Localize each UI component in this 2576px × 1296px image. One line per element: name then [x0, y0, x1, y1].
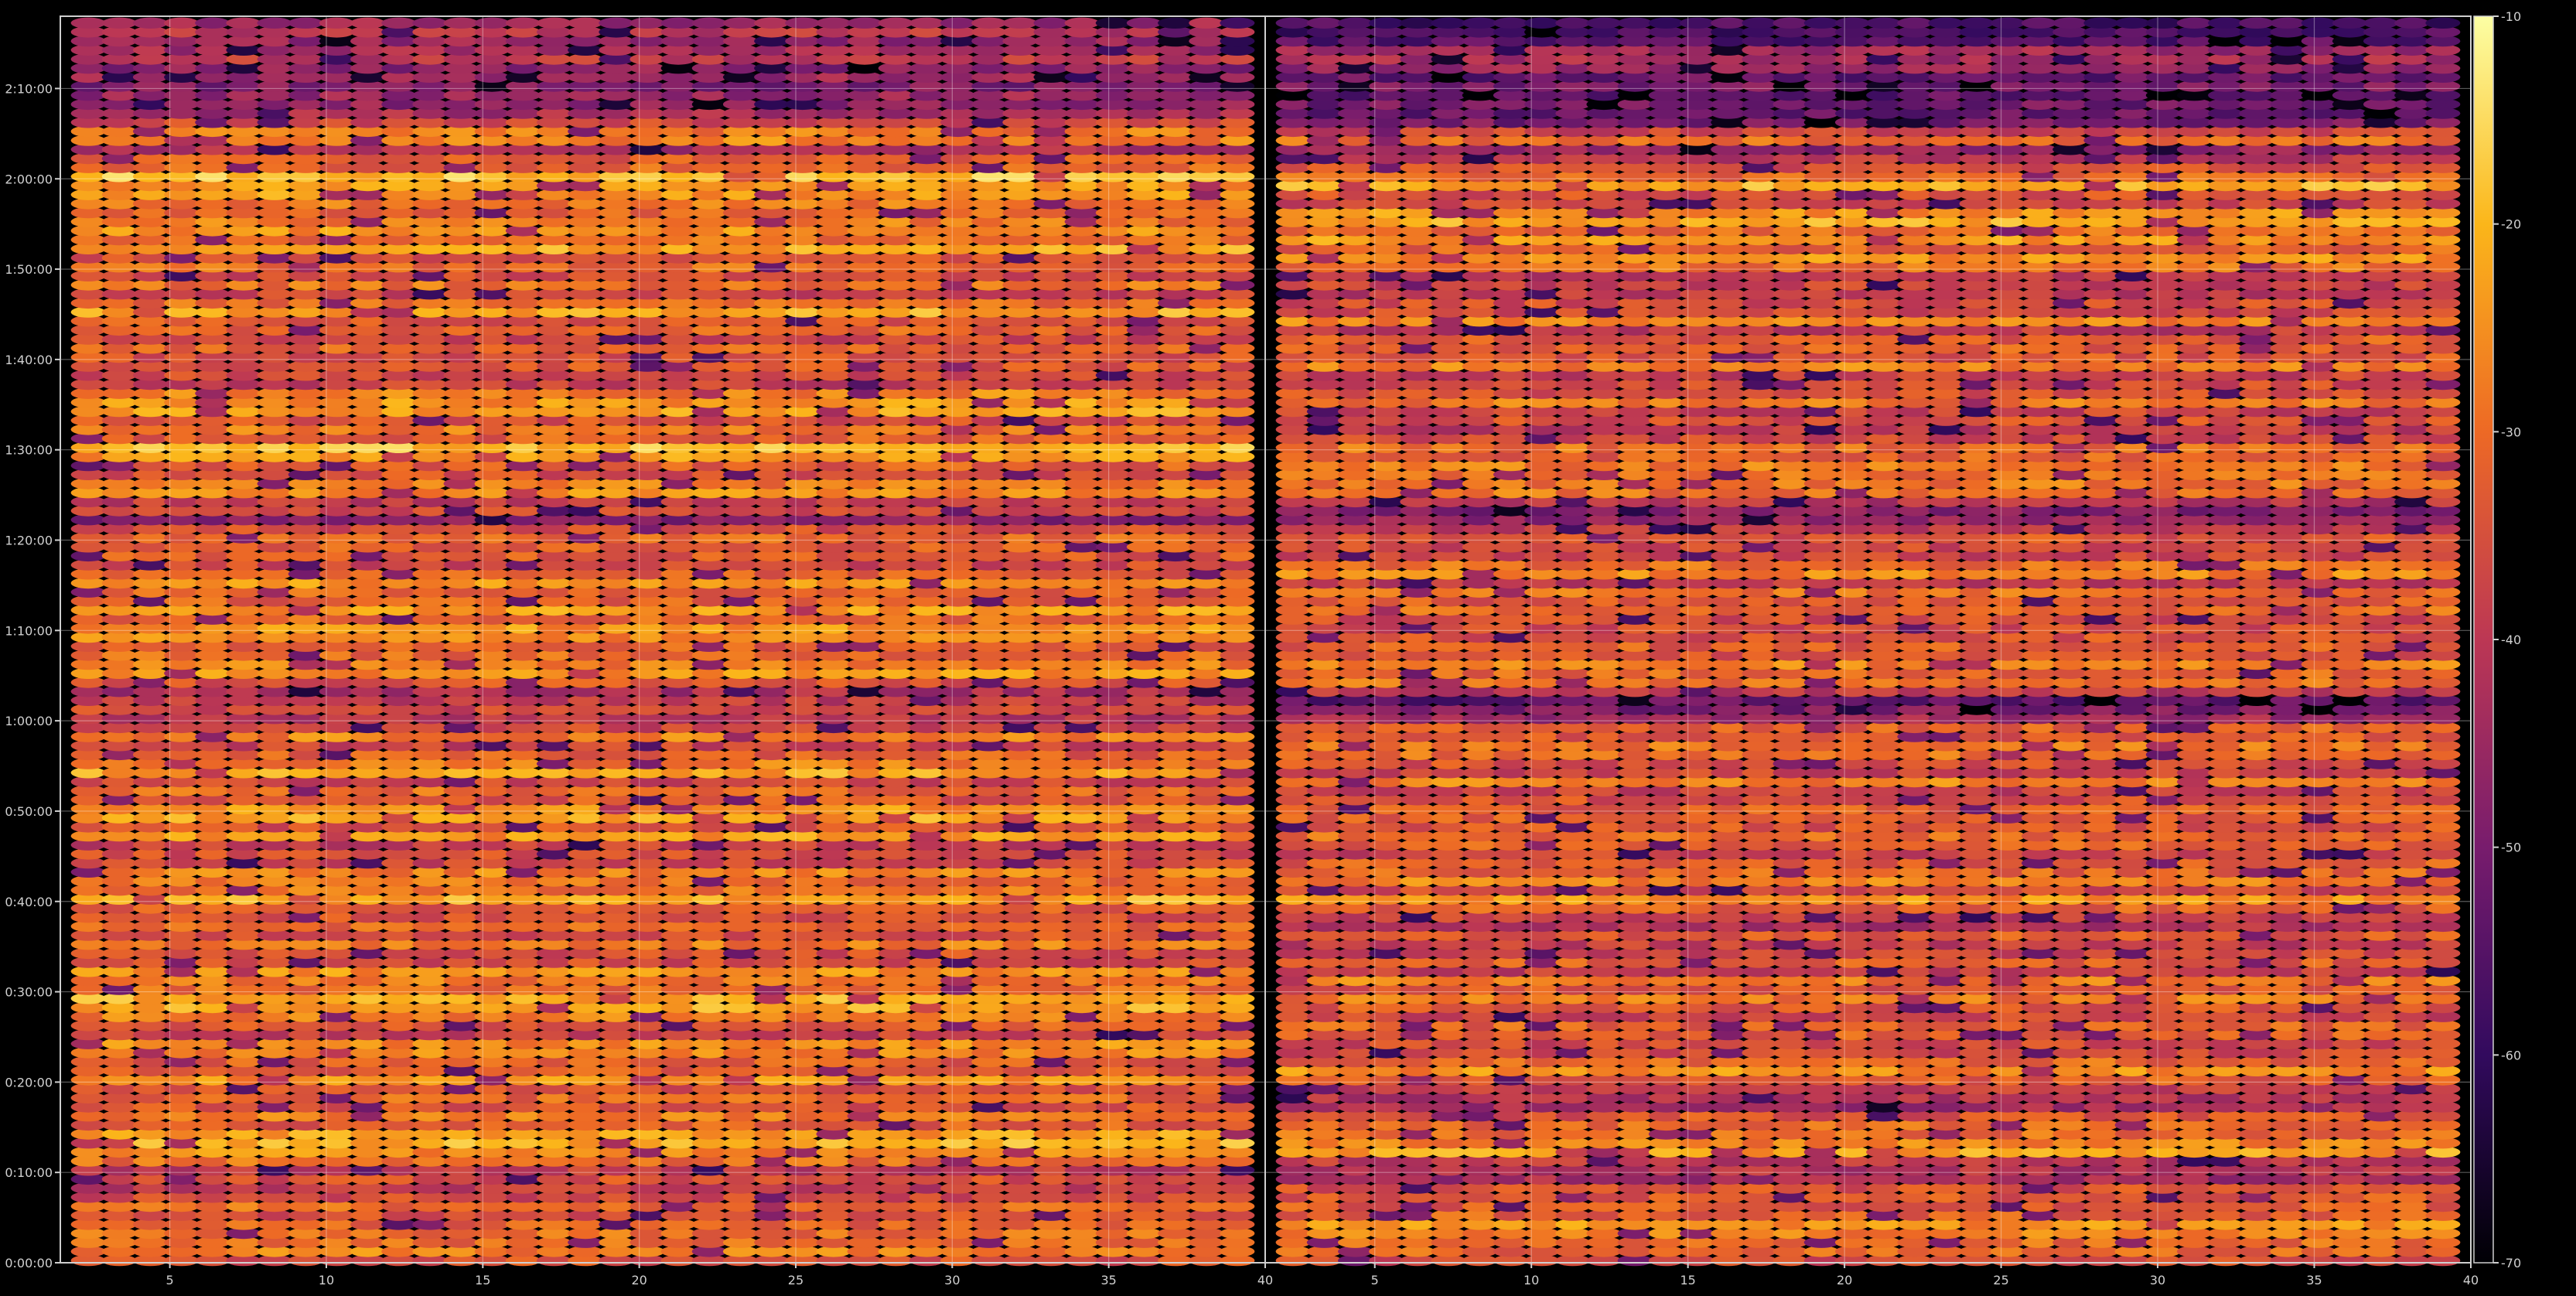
- chart-canvas: 5 10 15 20 25 30 35 40 5 10 15 20 25 30 35 40 0:00:000:…: [5, 9, 2521, 1287]
- heatmap-chart: 5 10 15 20 25 30 35 40 5 10 15 20 25 30 35 40 0:00:00 0:…: [0, 0, 2576, 1293]
